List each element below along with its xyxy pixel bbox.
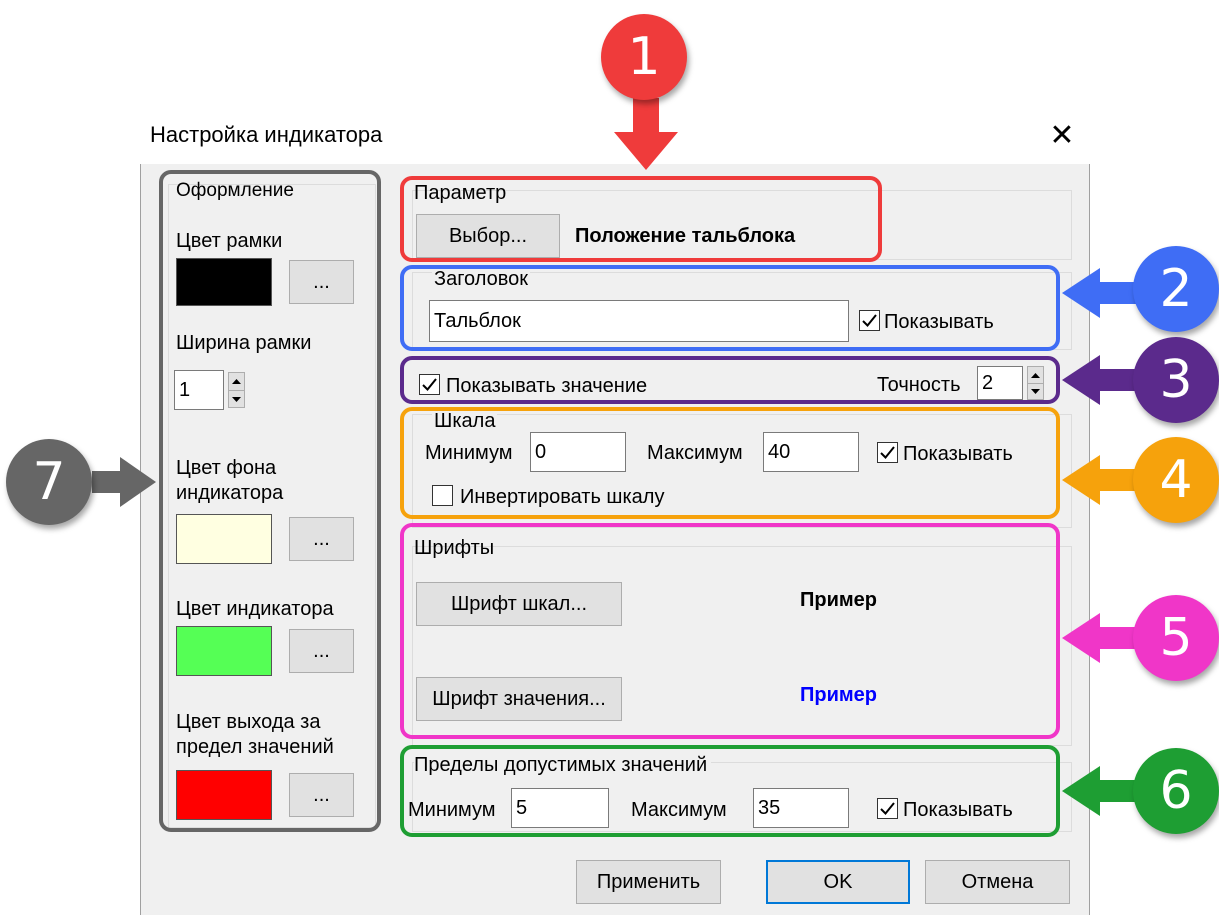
highlight-box-limits	[400, 745, 1060, 837]
marker-3: 3	[1133, 337, 1219, 423]
close-icon[interactable]: ✕	[1040, 114, 1084, 158]
marker-4: 4	[1133, 437, 1219, 523]
ok-button[interactable]: OK	[766, 860, 910, 904]
marker-7: 7	[6, 439, 92, 525]
marker-1: 1	[601, 14, 687, 100]
cancel-button[interactable]: Отмена	[925, 860, 1070, 904]
highlight-box-header	[400, 265, 1060, 351]
marker-2: 2	[1133, 246, 1219, 332]
highlight-box-parameter	[400, 176, 882, 262]
highlight-box-scale	[400, 407, 1060, 519]
marker-6: 6	[1133, 748, 1219, 834]
marker-5: 5	[1133, 595, 1219, 681]
arrow-7-shaft	[92, 471, 128, 493]
highlight-box-fonts	[400, 523, 1060, 739]
apply-button[interactable]: Применить	[576, 860, 721, 904]
highlight-box-value	[400, 356, 1060, 404]
dialog-title: Настройка индикатора	[150, 122, 383, 147]
highlight-box-appearance	[159, 170, 381, 832]
